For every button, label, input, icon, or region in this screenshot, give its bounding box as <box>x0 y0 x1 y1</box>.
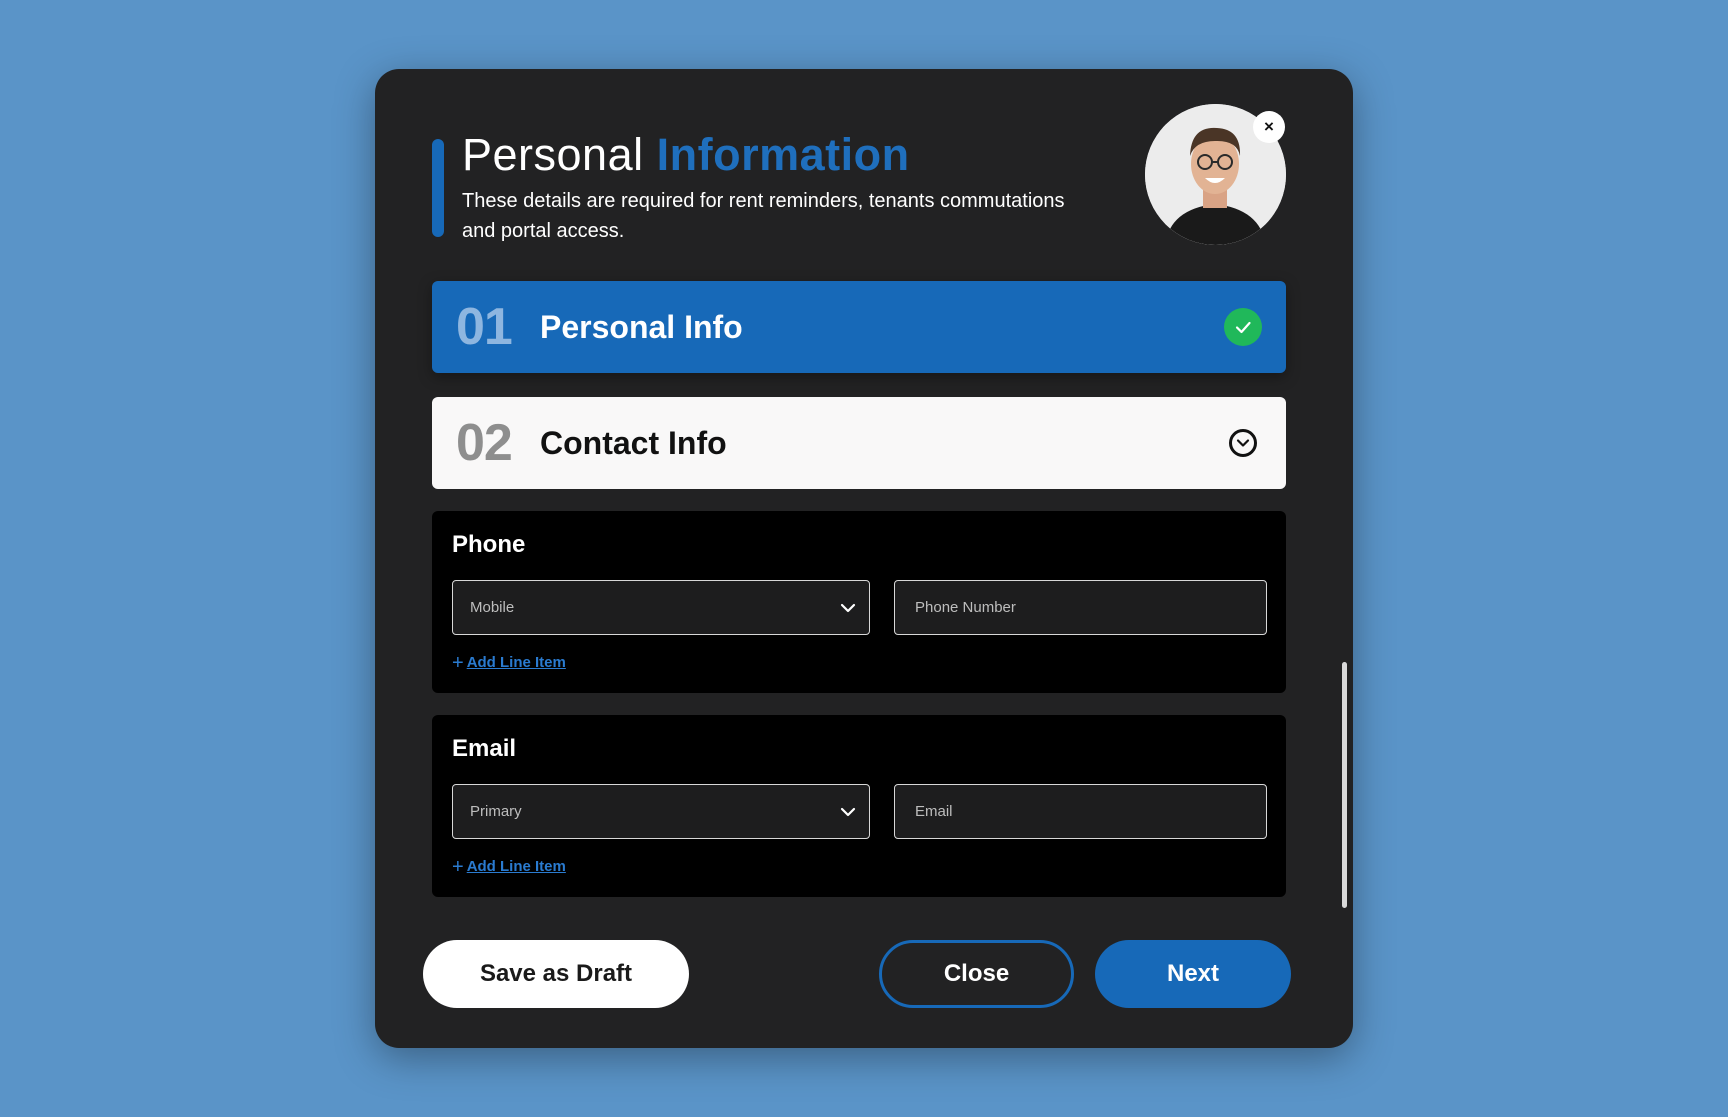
email-type-value: Primary <box>470 803 522 820</box>
plus-icon: + <box>452 855 464 878</box>
title-accent-bar <box>432 139 444 237</box>
email-address-input[interactable]: Email <box>894 784 1267 839</box>
step-contact-info[interactable]: 02 Contact Info <box>432 397 1286 489</box>
step-personal-info[interactable]: 01 Personal Info <box>432 281 1286 373</box>
avatar-remove-button[interactable]: × <box>1253 111 1285 143</box>
phone-section: Phone Mobile Phone Number + Add Line Ite… <box>432 511 1286 693</box>
title-plain: Personal <box>462 129 644 180</box>
next-button[interactable]: Next <box>1095 940 1291 1008</box>
scrollbar-thumb[interactable] <box>1342 662 1347 908</box>
email-type-select[interactable]: Primary <box>452 784 870 839</box>
phone-number-placeholder: Phone Number <box>915 599 1016 616</box>
save-as-draft-button[interactable]: Save as Draft <box>423 940 689 1008</box>
add-email-line-item-link[interactable]: + Add Line Item <box>452 855 566 878</box>
add-line-item-label: Add Line Item <box>466 654 566 671</box>
step-label: Contact Info <box>540 424 727 461</box>
chevron-down-icon <box>839 803 857 825</box>
phone-type-value: Mobile <box>470 599 515 616</box>
email-address-placeholder: Email <box>915 803 953 820</box>
add-line-item-label: Add Line Item <box>466 858 566 875</box>
page-subtitle: These details are required for rent remi… <box>462 190 1065 242</box>
email-section-title: Email <box>452 735 517 762</box>
add-phone-line-item-link[interactable]: + Add Line Item <box>452 651 566 674</box>
chevron-down-circle-icon[interactable] <box>1229 429 1257 457</box>
email-section: Email Primary Email + Add Line Item <box>432 715 1286 897</box>
step-label: Personal Info <box>540 308 743 345</box>
chevron-down-icon <box>839 599 857 621</box>
phone-number-input[interactable]: Phone Number <box>894 580 1267 635</box>
page-title: Personal Information <box>462 129 910 181</box>
plus-icon: + <box>452 651 464 674</box>
close-button[interactable]: Close <box>879 940 1074 1008</box>
close-icon: × <box>1264 117 1274 136</box>
phone-section-title: Phone <box>452 531 526 558</box>
step-number: 01 <box>456 298 513 356</box>
phone-type-select[interactable]: Mobile <box>452 580 870 635</box>
title-accent: Information <box>656 129 910 180</box>
personal-information-modal: Personal Information These details are r… <box>375 69 1353 1048</box>
check-icon <box>1224 308 1262 346</box>
step-number: 02 <box>456 414 513 472</box>
